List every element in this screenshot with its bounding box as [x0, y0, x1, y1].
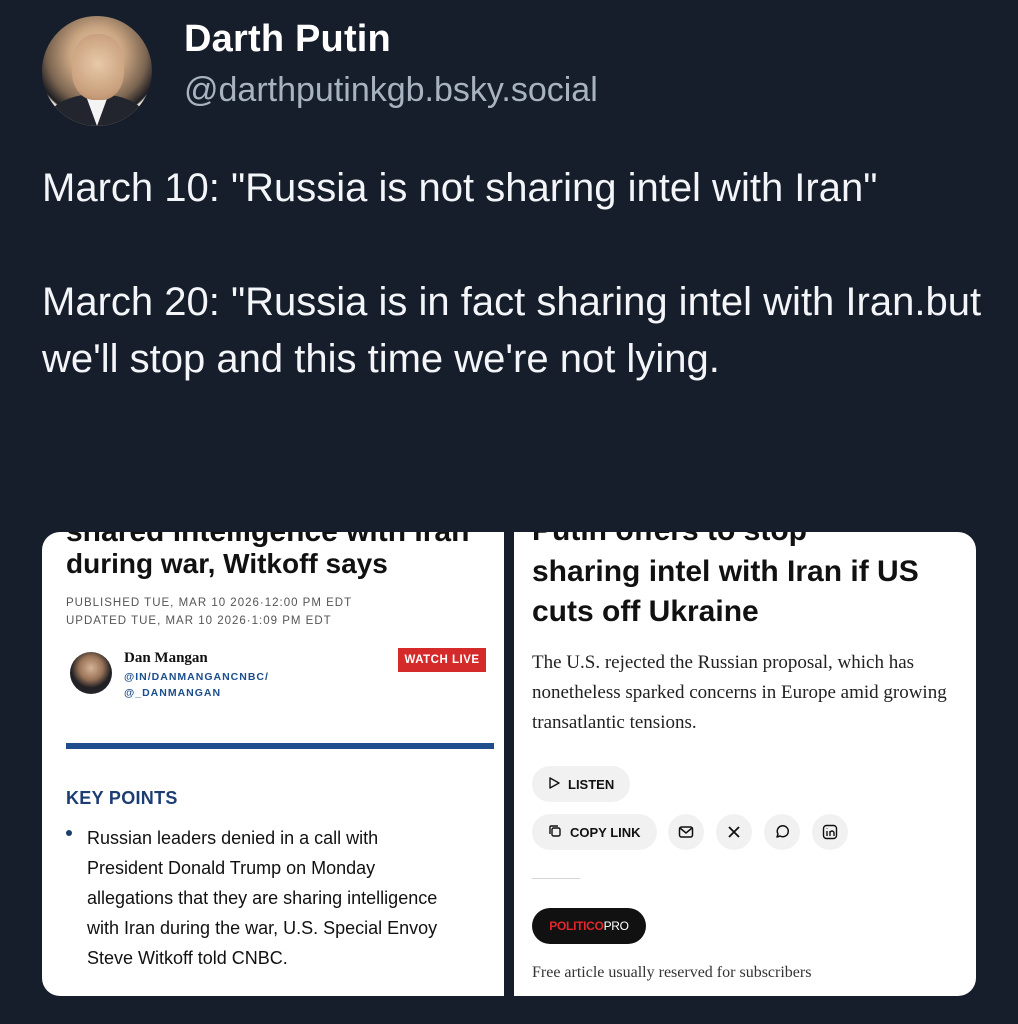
bullet-dot — [66, 830, 72, 836]
separator — [532, 878, 580, 879]
copy-link-button: COPY LINK — [532, 814, 657, 850]
avatar-face — [72, 34, 124, 100]
copy-icon — [548, 824, 562, 841]
article-headline: during war, Witkoff says — [66, 548, 388, 579]
listen-button: LISTEN — [532, 766, 631, 802]
post-text: March 10: "Russia is not sharing intel w… — [42, 166, 982, 381]
key-points-heading: KEY POINTS — [66, 788, 178, 808]
x-icon — [716, 814, 752, 850]
copy-link-label: COPY LINK — [570, 824, 641, 840]
author-social: @IN/DANMANGANCNBC/ @_DANMANGAN — [124, 669, 269, 701]
listen-label: LISTEN — [568, 776, 615, 792]
post-images[interactable]: shared intelligence with Iran during war… — [42, 532, 976, 996]
author-handle[interactable]: @darthputinkgb.bsky.social — [184, 71, 598, 110]
free-article-note: Free article usually reserved for subscr… — [532, 964, 812, 981]
linkedin-icon — [812, 814, 848, 850]
politico-pro-badge: POLITICO PRO — [532, 908, 646, 944]
image-left-cnbc[interactable]: shared intelligence with Iran during war… — [42, 532, 504, 996]
politico-brand: POLITICO — [549, 919, 604, 933]
display-name[interactable]: Darth Putin — [184, 18, 598, 61]
watch-live-button: WATCH LIVE — [398, 648, 486, 672]
image-right-politico[interactable]: Putin offers to stop sharing intel with … — [514, 532, 976, 996]
author-linkedin: @IN/DANMANGANCNBC/ — [124, 671, 269, 683]
author-names: Darth Putin @darthputinkgb.bsky.social — [184, 18, 598, 110]
article-dates: PUBLISHED TUE, MAR 10 2026·12:00 PM EDT … — [66, 594, 352, 630]
avatar[interactable] — [42, 16, 152, 126]
cut-headline: Putin offers to stop — [532, 532, 807, 548]
author-name: Dan Mangan — [124, 650, 208, 666]
article-headline: sharing intel with Iran if US cuts off U… — [532, 555, 919, 628]
article-dek: The U.S. rejected the Russian proposal, … — [532, 652, 947, 733]
section-divider — [66, 743, 494, 749]
post-header: Darth Putin @darthputinkgb.bsky.social — [42, 16, 598, 126]
cut-headline: shared intelligence with Iran — [66, 532, 469, 549]
published-date: PUBLISHED TUE, MAR 10 2026·12:00 PM EDT — [66, 597, 353, 609]
play-icon — [548, 776, 560, 792]
whatsapp-icon — [764, 814, 800, 850]
key-point-bullet: Russian leaders denied in a call with Pr… — [87, 828, 438, 968]
mail-icon — [668, 814, 704, 850]
author-twitter: @_DANMANGAN — [124, 687, 222, 699]
updated-date: UPDATED TUE, MAR 10 2026·1:09 PM EDT — [66, 615, 332, 627]
politico-pro: PRO — [603, 919, 629, 933]
author-avatar — [70, 652, 112, 694]
